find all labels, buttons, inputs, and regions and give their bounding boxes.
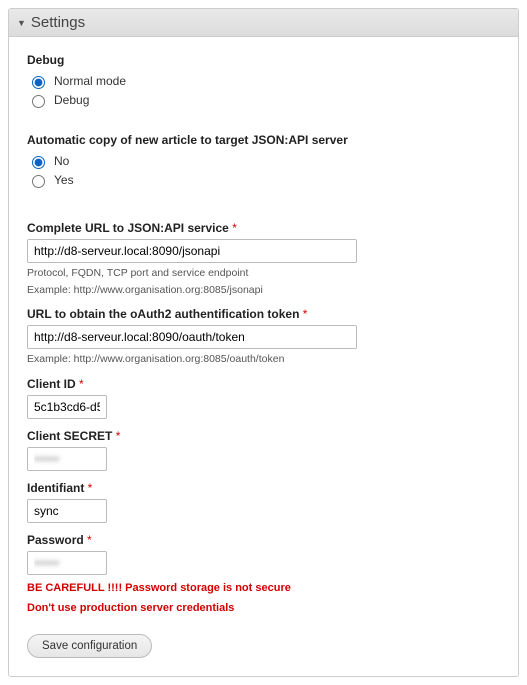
autocopy-option-no-label: No [54, 154, 69, 168]
identifiant-input[interactable] [27, 499, 107, 523]
required-mark: * [79, 377, 84, 391]
collapse-icon: ▼ [17, 18, 26, 28]
identifiant-label: Identifiant * [27, 481, 500, 495]
debug-option-normal-label: Normal mode [54, 74, 126, 88]
password-label: Password * [27, 533, 500, 547]
autocopy-option-no[interactable]: No [27, 153, 500, 169]
password-warning-2: Don't use production server credentials [27, 601, 500, 616]
client-id-label: Client ID * [27, 377, 500, 391]
url-api-label: Complete URL to JSON:API service * [27, 221, 500, 235]
url-api-desc1: Protocol, FQDN, TCP port and service end… [27, 266, 500, 280]
autocopy-heading: Automatic copy of new article to target … [27, 133, 500, 147]
debug-radio-normal[interactable] [32, 76, 45, 89]
required-mark: * [87, 533, 92, 547]
debug-radio-debug[interactable] [32, 95, 45, 108]
client-secret-input[interactable] [27, 447, 107, 471]
autocopy-option-yes-label: Yes [54, 173, 74, 187]
required-mark: * [303, 307, 308, 321]
settings-panel-body: Debug Normal mode Debug Automatic copy o… [9, 37, 518, 676]
settings-panel: ▼ Settings Debug Normal mode Debug Autom… [8, 8, 519, 677]
debug-option-debug[interactable]: Debug [27, 92, 500, 108]
debug-heading: Debug [27, 53, 500, 67]
debug-option-debug-label: Debug [54, 93, 89, 107]
password-warning-1: BE CAREFULL !!!! Password storage is not… [27, 581, 500, 596]
client-id-input[interactable] [27, 395, 107, 419]
url-oauth-desc: Example: http://www.organisation.org:808… [27, 352, 500, 366]
required-mark: * [88, 481, 93, 495]
url-oauth-label: URL to obtain the oAuth2 authentificatio… [27, 307, 500, 321]
settings-panel-header[interactable]: ▼ Settings [9, 9, 518, 37]
panel-title: Settings [31, 14, 85, 31]
save-button[interactable]: Save configuration [27, 634, 152, 658]
debug-option-normal[interactable]: Normal mode [27, 73, 500, 89]
autocopy-option-yes[interactable]: Yes [27, 172, 500, 188]
password-input[interactable] [27, 551, 107, 575]
url-api-input[interactable] [27, 239, 357, 263]
required-mark: * [116, 429, 121, 443]
autocopy-radio-no[interactable] [32, 156, 45, 169]
url-api-desc2: Example: http://www.organisation.org:808… [27, 283, 500, 297]
required-mark: * [232, 221, 237, 235]
url-oauth-input[interactable] [27, 325, 357, 349]
autocopy-radio-yes[interactable] [32, 175, 45, 188]
client-secret-label: Client SECRET * [27, 429, 500, 443]
